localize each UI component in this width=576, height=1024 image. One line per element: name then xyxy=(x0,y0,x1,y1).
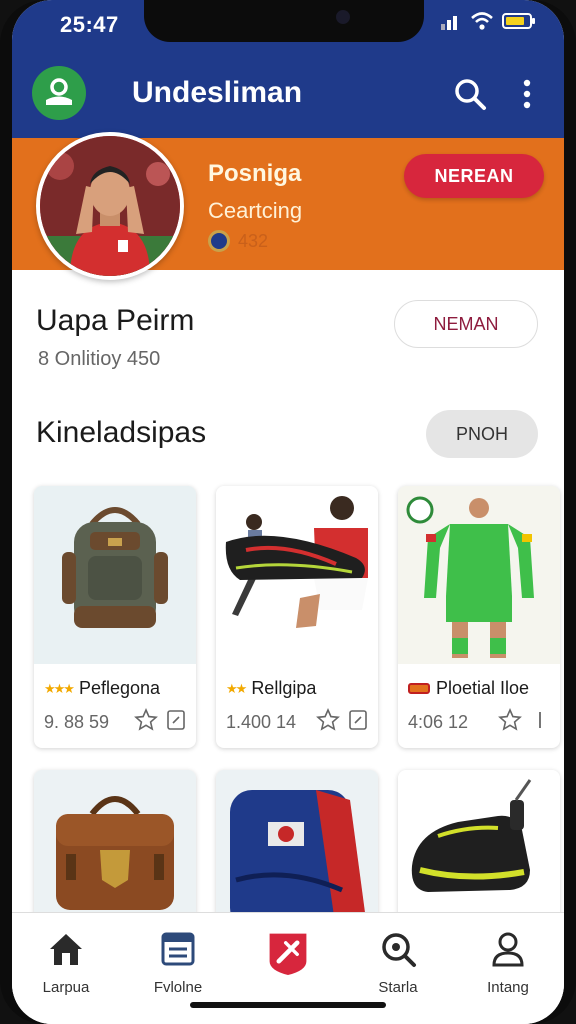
avatar[interactable] xyxy=(36,132,184,280)
user-title: Uapa Peirm xyxy=(36,304,195,337)
more-vertical-icon xyxy=(523,79,531,109)
app-bar: Undesliman xyxy=(12,50,564,138)
nav-item-profile[interactable]: Intang xyxy=(458,929,558,999)
product-price: 4:06 12 xyxy=(408,712,469,732)
user-stats: 8 Onlitioy 450 xyxy=(38,348,161,370)
share-icon[interactable] xyxy=(164,708,188,732)
battery-icon xyxy=(502,13,535,29)
product-name: Rellgipa xyxy=(251,678,317,698)
product-card-cleats[interactable]: ★★ Rellgipa 1.400 14 xyxy=(216,486,378,748)
section-action-button[interactable]: PNOH xyxy=(426,410,538,458)
product-name: Peflegona xyxy=(78,678,161,698)
profile-icon xyxy=(492,932,524,967)
screen: 25:47 Undesliman Posniga Ceartcing 432 N… xyxy=(12,0,564,1024)
signal-icon xyxy=(441,16,457,30)
rating-stars-icon: ★★★ xyxy=(44,680,75,696)
product-image-leather-bag xyxy=(34,770,196,930)
favorite-star-icon[interactable] xyxy=(316,708,340,732)
product-image-backpack xyxy=(34,486,196,664)
product-image-jersey xyxy=(398,486,560,664)
product-card-leather-bag[interactable] xyxy=(34,770,196,930)
search-icon xyxy=(382,933,416,967)
product-card-sport-bag[interactable] xyxy=(216,770,378,930)
card-actions xyxy=(498,708,552,732)
card-name-row: ★★★ Peflegona xyxy=(44,678,160,699)
card-actions xyxy=(316,708,370,732)
product-image-cleats xyxy=(216,486,378,664)
banner-name: Posniga xyxy=(208,160,302,187)
section-title: Kineladsipas xyxy=(36,416,207,449)
notch xyxy=(144,0,424,42)
search-button[interactable] xyxy=(452,76,488,112)
card-name-row: ★★ Rellgipa xyxy=(226,678,316,699)
follow-button[interactable]: NEREAN xyxy=(404,154,544,198)
nav-label: Starla xyxy=(378,979,418,996)
nav-label: Intang xyxy=(487,979,529,996)
card-actions xyxy=(134,708,188,732)
share-icon[interactable] xyxy=(528,708,552,732)
status-bar: 25:47 xyxy=(12,0,564,50)
status-time: 25:47 xyxy=(60,12,119,37)
badge-icon xyxy=(208,230,230,252)
nav-item-sport[interactable] xyxy=(238,929,338,999)
product-card-boot[interactable] xyxy=(398,770,560,930)
favorite-star-icon[interactable] xyxy=(498,708,522,732)
product-image-sport-bag xyxy=(216,770,378,930)
banner-subtitle: Ceartcing xyxy=(208,198,303,223)
product-card-jersey[interactable]: Ploetial Iloe 4:06 12 xyxy=(398,486,560,748)
product-price: 1.400 14 xyxy=(226,712,297,732)
nav-label: Fvlolne xyxy=(153,979,203,996)
list-icon xyxy=(161,932,195,966)
product-name: Ploetial Iloe xyxy=(436,678,530,698)
sport-icon xyxy=(269,933,307,975)
nav-item-search[interactable]: Starla xyxy=(348,929,448,999)
tag-icon xyxy=(408,683,430,694)
home-icon xyxy=(50,934,82,965)
product-card-backpack[interactable]: ★★★ Peflegona 9. 88 59 xyxy=(34,486,196,748)
phone-frame: 25:47 Undesliman Posniga Ceartcing 432 N… xyxy=(0,0,576,1024)
banner-badge: 432 xyxy=(208,230,268,252)
home-indicator[interactable] xyxy=(190,1002,386,1008)
search-icon xyxy=(455,79,486,110)
app-logo-icon[interactable] xyxy=(32,66,86,120)
rating-stars-icon: ★★ xyxy=(226,680,247,696)
nav-item-list[interactable]: Fvlolne xyxy=(128,929,228,999)
product-price: 9. 88 59 xyxy=(44,712,110,732)
nav-label: Larpua xyxy=(42,979,90,996)
badge-text: 432 xyxy=(238,230,269,251)
app-title: Undesliman xyxy=(132,76,303,109)
wifi-icon xyxy=(471,12,493,30)
card-name-row: Ploetial Iloe xyxy=(408,678,529,699)
message-button[interactable]: NEMAN xyxy=(394,300,538,348)
more-options-button[interactable] xyxy=(516,76,538,112)
status-icons xyxy=(440,12,536,30)
front-camera xyxy=(336,10,350,24)
product-image-boot xyxy=(398,770,560,930)
share-icon[interactable] xyxy=(346,708,370,732)
nav-item-home[interactable]: Larpua xyxy=(16,929,116,999)
favorite-star-icon[interactable] xyxy=(134,708,158,732)
